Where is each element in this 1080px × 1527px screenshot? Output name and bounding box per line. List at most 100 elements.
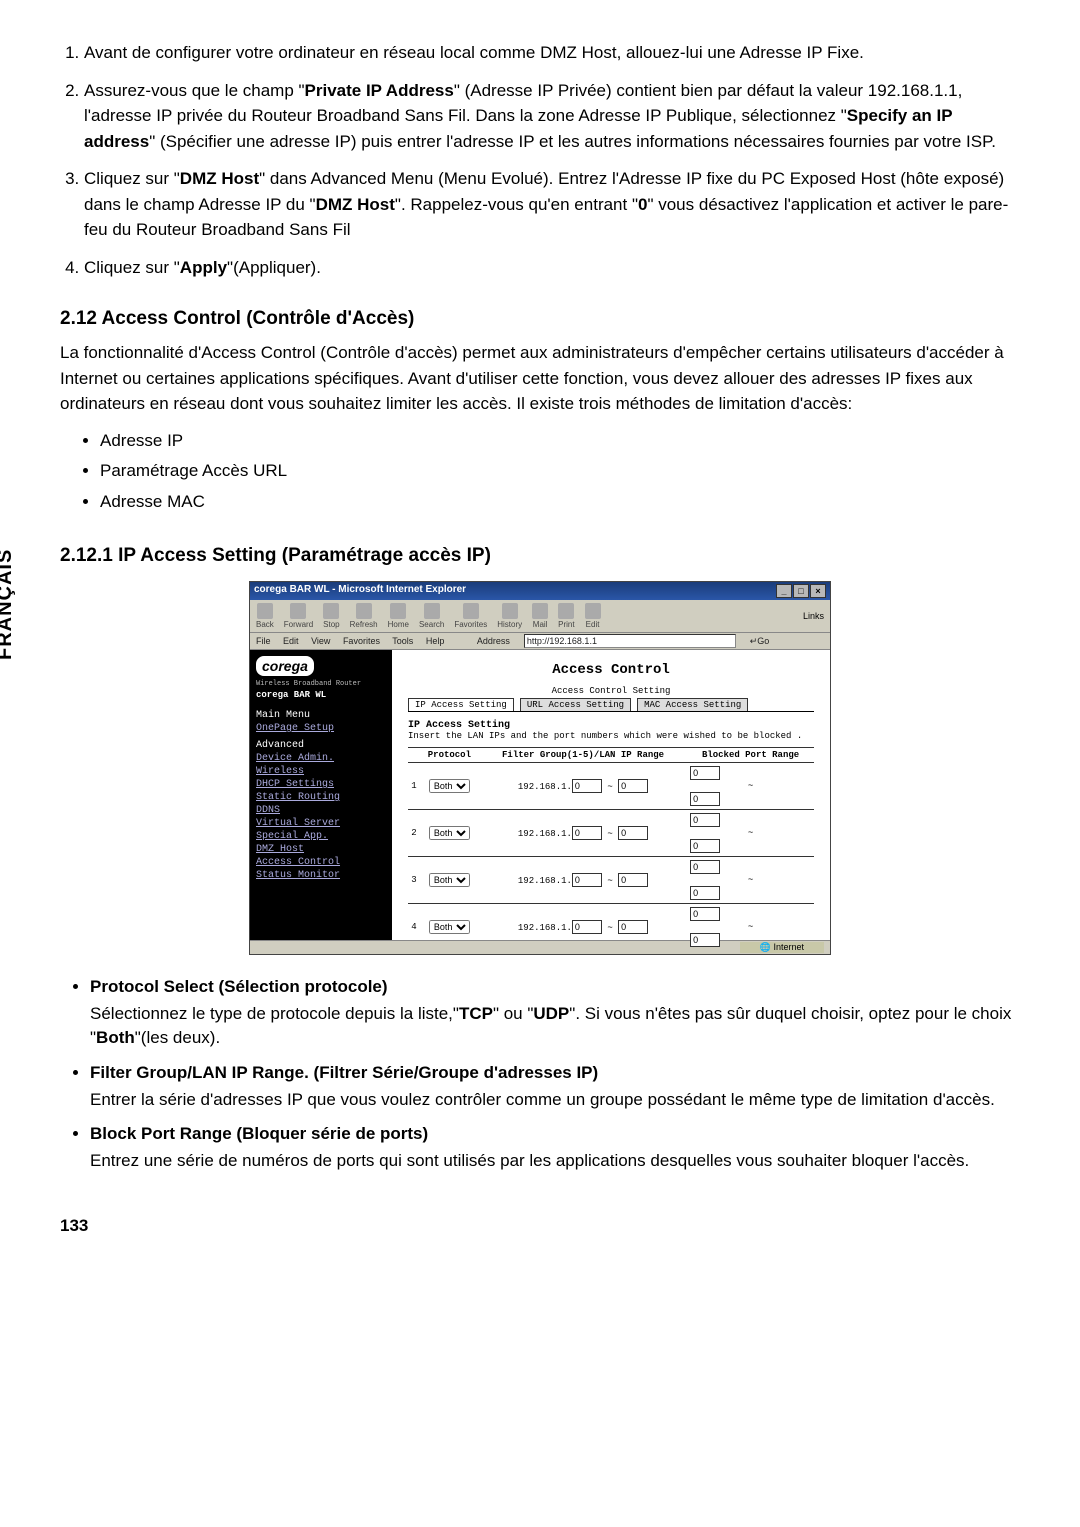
ie-title-bar: corega BAR WL - Microsoft Internet Explo… bbox=[250, 582, 830, 600]
method-ip: Adresse IP bbox=[100, 427, 1020, 456]
sidebar-item[interactable]: Special App. bbox=[256, 831, 386, 842]
menu-help[interactable]: Help bbox=[426, 636, 445, 646]
ip-from[interactable] bbox=[572, 873, 602, 887]
step-4: Cliquez sur "Apply"(Appliquer). bbox=[84, 255, 1020, 281]
ip-from[interactable] bbox=[572, 779, 602, 793]
tb-history[interactable]: History bbox=[497, 603, 522, 629]
sidebar-item[interactable]: DHCP Settings bbox=[256, 779, 386, 790]
field-descriptions: Protocol Select (Sélection protocole) Sé… bbox=[60, 975, 1020, 1173]
menu-view[interactable]: View bbox=[311, 636, 330, 646]
desc-filter: Filter Group/LAN IP Range. (Filtrer Séri… bbox=[90, 1061, 1020, 1112]
step-1: Avant de configurer votre ordinateur en … bbox=[84, 40, 1020, 66]
sidebar-item[interactable]: Static Routing bbox=[256, 792, 386, 803]
port-to[interactable] bbox=[690, 792, 720, 806]
col-blocked: Blocked Port Range bbox=[687, 748, 814, 763]
tab-mac[interactable]: MAC Access Setting bbox=[637, 698, 748, 711]
port-to[interactable] bbox=[690, 839, 720, 853]
col-filter: Filter Group(1-5)/LAN IP Range bbox=[479, 748, 687, 763]
address-input[interactable]: http://192.168.1.1 bbox=[524, 634, 736, 648]
ip-from[interactable] bbox=[572, 920, 602, 934]
desc-protocol: Protocol Select (Sélection protocole) Sé… bbox=[90, 975, 1020, 1051]
protocol-select[interactable]: Both bbox=[429, 920, 470, 934]
tab-ip[interactable]: IP Access Setting bbox=[408, 698, 514, 711]
protocol-select[interactable]: Both bbox=[429, 873, 470, 887]
section-label: IP Access Setting bbox=[408, 720, 814, 731]
acs-label: Access Control Setting bbox=[408, 686, 814, 696]
minimize-icon[interactable]: _ bbox=[776, 584, 792, 598]
page-number: 133 bbox=[60, 1216, 88, 1236]
ip-to[interactable] bbox=[618, 826, 648, 840]
protocol-select[interactable]: Both bbox=[429, 779, 470, 793]
tb-mail[interactable]: Mail bbox=[532, 603, 548, 629]
step-2: Assurez-vous que le champ "Private IP Ad… bbox=[84, 78, 1020, 155]
ip-to[interactable] bbox=[618, 920, 648, 934]
port-from[interactable] bbox=[690, 813, 720, 827]
go-button[interactable]: ↵Go bbox=[750, 636, 780, 647]
back-icon bbox=[257, 603, 273, 619]
tb-forward[interactable]: Forward bbox=[284, 603, 313, 629]
tb-edit[interactable]: Edit bbox=[585, 603, 601, 629]
language-label: FRANÇAIS bbox=[0, 549, 17, 660]
tb-home[interactable]: Home bbox=[388, 603, 409, 629]
router-sidebar: corega Wireless Broadband Router corega … bbox=[250, 650, 392, 940]
maximize-icon[interactable]: □ bbox=[793, 584, 809, 598]
method-url: Paramétrage Accès URL bbox=[100, 457, 1020, 486]
ip-table: Protocol Filter Group(1-5)/LAN IP Range … bbox=[408, 747, 814, 950]
ip-to[interactable] bbox=[618, 779, 648, 793]
port-from[interactable] bbox=[690, 766, 720, 780]
ip-to[interactable] bbox=[618, 873, 648, 887]
close-icon[interactable]: × bbox=[810, 584, 826, 598]
refresh-icon bbox=[356, 603, 372, 619]
tb-back[interactable]: Back bbox=[256, 603, 274, 629]
corega-logo: corega bbox=[256, 656, 314, 676]
menu-edit[interactable]: Edit bbox=[283, 636, 299, 646]
table-row: 1 Both 192.168.1. ~ ~ bbox=[408, 763, 814, 810]
ie-content: corega Wireless Broadband Router corega … bbox=[250, 650, 830, 940]
sidebar-item[interactable]: Wireless bbox=[256, 766, 386, 777]
table-row: 3 Both 192.168.1. ~ ~ bbox=[408, 857, 814, 904]
ie-toolbar: Back Forward Stop Refresh Home Search Fa… bbox=[250, 600, 830, 633]
main-pane: Access Control Access Control Setting IP… bbox=[392, 650, 830, 940]
methods-list: Adresse IP Paramétrage Accès URL Adresse… bbox=[60, 427, 1020, 518]
tb-print[interactable]: Print bbox=[558, 603, 574, 629]
menu-favorites[interactable]: Favorites bbox=[343, 636, 380, 646]
search-icon bbox=[424, 603, 440, 619]
desc-block: Block Port Range (Bloquer série de ports… bbox=[90, 1122, 1020, 1173]
edit-icon bbox=[585, 603, 601, 619]
col-protocol: Protocol bbox=[420, 748, 479, 763]
sidebar-item[interactable]: Access Control bbox=[256, 857, 386, 868]
links-label[interactable]: Links bbox=[803, 611, 824, 621]
sidebar-item[interactable]: Device Admin. bbox=[256, 753, 386, 764]
forward-icon bbox=[290, 603, 306, 619]
favorites-icon bbox=[463, 603, 479, 619]
main-menu-header: Main Menu bbox=[256, 710, 386, 721]
sidebar-item[interactable]: DMZ Host bbox=[256, 844, 386, 855]
para-2-12: La fonctionnalité d'Access Control (Cont… bbox=[60, 340, 1020, 417]
port-to[interactable] bbox=[690, 886, 720, 900]
menu-tools[interactable]: Tools bbox=[392, 636, 413, 646]
sidebar-onepage[interactable]: OnePage Setup bbox=[256, 723, 386, 734]
port-from[interactable] bbox=[690, 907, 720, 921]
menu-file[interactable]: File bbox=[256, 636, 271, 646]
print-icon bbox=[558, 603, 574, 619]
ip-from[interactable] bbox=[572, 826, 602, 840]
sidebar-item[interactable]: DDNS bbox=[256, 805, 386, 816]
home-icon bbox=[390, 603, 406, 619]
port-to[interactable] bbox=[690, 933, 720, 947]
protocol-select[interactable]: Both bbox=[429, 826, 470, 840]
tb-stop[interactable]: Stop bbox=[323, 603, 339, 629]
tab-url[interactable]: URL Access Setting bbox=[520, 698, 631, 711]
tb-search[interactable]: Search bbox=[419, 603, 444, 629]
heading-2-12-1: 2.12.1 IP Access Setting (Paramétrage ac… bbox=[60, 545, 1020, 567]
tb-refresh[interactable]: Refresh bbox=[350, 603, 378, 629]
sidebar-item[interactable]: Virtual Server bbox=[256, 818, 386, 829]
step-3: Cliquez sur "DMZ Host" dans Advanced Men… bbox=[84, 166, 1020, 243]
port-from[interactable] bbox=[690, 860, 720, 874]
sidebar-item[interactable]: Status Monitor bbox=[256, 870, 386, 881]
router-subtitle: Wireless Broadband Router bbox=[256, 680, 386, 688]
tb-favorites[interactable]: Favorites bbox=[454, 603, 487, 629]
ie-window: corega BAR WL - Microsoft Internet Explo… bbox=[249, 581, 831, 955]
setup-steps-list: Avant de configurer votre ordinateur en … bbox=[60, 40, 1020, 280]
history-icon bbox=[502, 603, 518, 619]
mail-icon bbox=[532, 603, 548, 619]
